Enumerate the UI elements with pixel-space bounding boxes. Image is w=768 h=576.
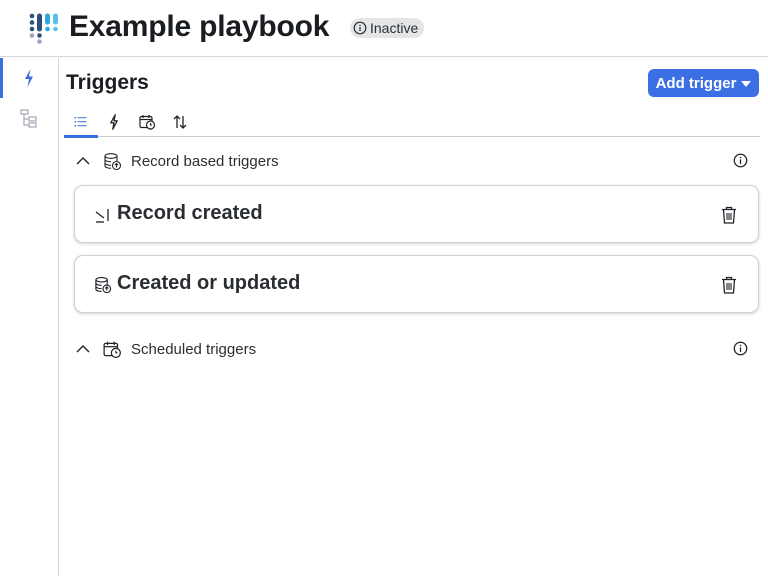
trash-icon[interactable] [720,275,738,295]
sort-arrows-icon [173,115,187,129]
database-up-icon [104,152,122,170]
status-badge: Inactive [350,18,425,38]
caret-down-icon [741,80,752,87]
trigger-card-label: Record created [117,202,263,224]
tree-structure-icon [20,109,37,128]
list-icon [74,117,87,127]
info-icon [353,21,367,35]
status-label: Inactive [370,20,419,36]
section-label: Record based triggers [131,152,279,170]
info-icon[interactable] [733,341,748,356]
left-rail [0,58,59,576]
section-label: Scheduled triggers [131,340,257,358]
calendar-clock-icon [103,341,121,358]
chevron-up-icon[interactable] [74,152,92,170]
panel-title: Triggers [66,71,149,94]
calendar-clock-icon [138,115,155,130]
add-trigger-label: Add trigger [655,74,737,92]
tab-sort[interactable] [163,108,197,136]
section-scheduled: Scheduled triggers [74,336,760,362]
lightning-icon [110,114,118,130]
database-up-icon [95,277,112,294]
lightning-icon [25,69,33,87]
brand-logo-icon [29,13,58,44]
info-icon[interactable] [733,153,748,168]
rail-item-triggers[interactable] [0,58,58,98]
trash-icon[interactable] [720,205,738,225]
page-header: Example playbook Inactive [0,0,768,57]
tab-scheduled[interactable] [130,108,164,136]
trigger-card-created-or-updated[interactable]: Created or updated [74,255,759,313]
rail-item-flow[interactable] [0,98,58,138]
trigger-card-record-created[interactable]: Record created [74,185,759,243]
tab-list[interactable] [64,108,98,138]
trigger-tabs [64,108,760,138]
add-trigger-button[interactable]: Add trigger [648,69,759,97]
chevron-up-icon[interactable] [74,340,92,358]
record-created-icon [95,209,109,223]
section-record-based: Record based triggers [74,148,760,174]
tab-triggers[interactable] [97,108,131,136]
trigger-card-label: Created or updated [117,272,301,294]
page-title: Example playbook [69,10,330,43]
